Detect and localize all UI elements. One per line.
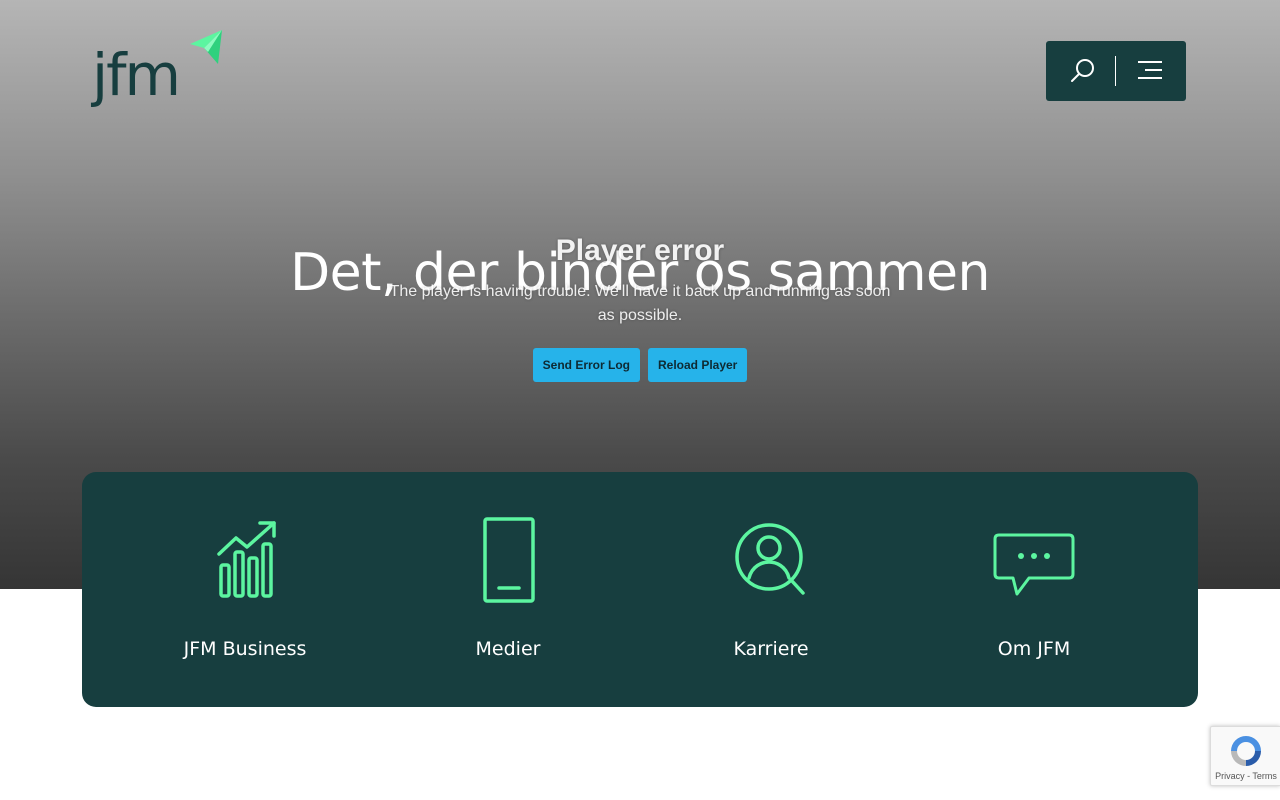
player-error-title: Player error [555,234,725,267]
feature-label: JFM Business [183,638,307,660]
recaptcha-links[interactable]: Privacy - Terms [1211,771,1280,781]
bar-chart-growth-icon [217,521,276,598]
paper-plane-icon [190,30,222,64]
feature-jfm-business[interactable]: JFM Business [135,516,355,676]
feature-label: Om JFM [997,638,1071,660]
feature-label: Medier [475,638,541,660]
logo-wordmark: jfm [92,41,181,109]
person-search-icon [735,523,805,595]
search-icon[interactable] [1070,58,1096,84]
feature-karriere[interactable]: Karriere [661,516,881,676]
send-error-log-button[interactable]: Send Error Log [532,348,640,382]
reload-player-button[interactable]: Reload Player [647,348,748,382]
player-error-message: The player is having trouble. We'll have… [389,283,891,324]
feature-om-jfm[interactable]: Om JFM [924,516,1144,676]
feature-medier[interactable]: Medier [398,516,618,676]
nav-divider [1115,56,1116,86]
player-error-actions: Send Error Log Reload Player [370,348,910,382]
header-nav-box [1046,41,1186,101]
feature-label: Karriere [733,638,809,660]
mobile-phone-icon [483,517,535,603]
recaptcha-icon [1231,736,1261,766]
site-logo[interactable]: jfm [92,28,226,114]
recaptcha-badge[interactable]: Privacy - Terms [1210,726,1280,786]
feature-panel: JFM Business Medier Karriere Om JFM [82,472,1198,707]
video-player-error: Player error The player is having troubl… [370,232,910,382]
hamburger-menu-icon[interactable] [1137,59,1163,83]
chat-bubble-icon [993,533,1075,596]
